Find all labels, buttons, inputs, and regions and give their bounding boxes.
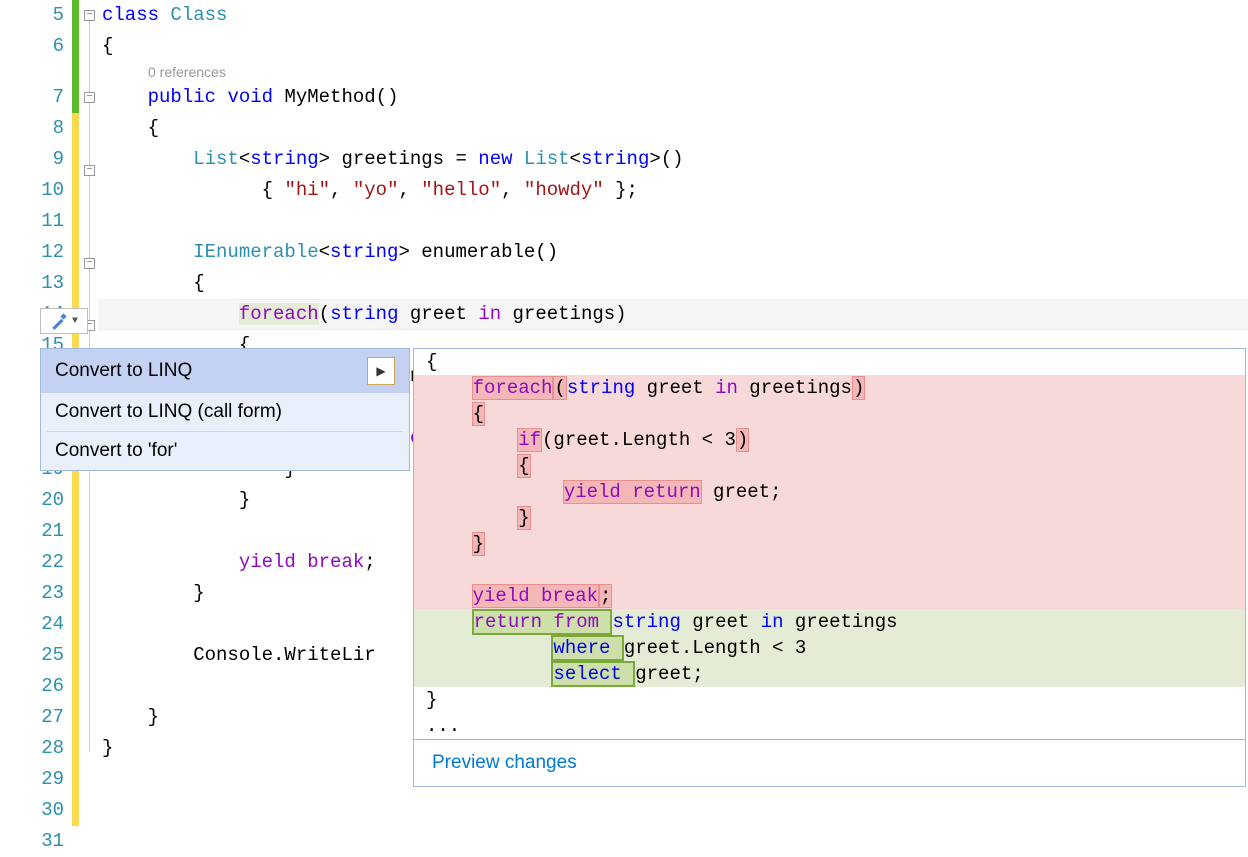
menu-item-label: Convert to LINQ	[55, 360, 192, 382]
line-number: 9	[0, 144, 64, 175]
code-line[interactable]: {	[98, 113, 1248, 144]
preview-line-added: where greet.Length < 3	[414, 635, 1245, 661]
chevron-down-icon: ▼	[72, 316, 78, 327]
preview-line-deleted: {	[414, 453, 1245, 479]
line-number: 30	[0, 795, 64, 826]
preview-line-added: return from string greet in greetings	[414, 609, 1245, 635]
preview-line: ...	[414, 713, 1245, 739]
submenu-arrow-icon: ▶	[367, 357, 395, 385]
code-line[interactable]	[98, 206, 1248, 237]
code-line[interactable]: IEnumerable<string> enumerable()	[98, 237, 1248, 268]
screwdriver-icon	[50, 312, 68, 330]
line-number: 29	[0, 764, 64, 795]
line-number: 5	[0, 0, 64, 31]
code-line[interactable]: {	[98, 268, 1248, 299]
preview-line-deleted: yield break;	[414, 583, 1245, 609]
code-line[interactable]: public void MyMethod()	[98, 82, 1248, 113]
line-number: 7	[0, 82, 64, 113]
preview-line-deleted: }	[414, 531, 1245, 557]
line-number: 24	[0, 609, 64, 640]
quick-actions-menu: Convert to LINQ ▶ Convert to LINQ (call …	[40, 348, 410, 471]
menu-item-label: Convert to LINQ (call form)	[55, 401, 282, 423]
menu-item-convert-to-linq[interactable]: Convert to LINQ ▶	[41, 349, 409, 393]
menu-item-label: Convert to 'for'	[55, 440, 177, 462]
line-number: 11	[0, 206, 64, 237]
preview-line-deleted	[414, 557, 1245, 583]
line-number: 27	[0, 702, 64, 733]
preview-line-deleted: foreach(string greet in greetings)	[414, 375, 1245, 401]
line-number: 23	[0, 578, 64, 609]
outline-collapse-icon[interactable]: −	[84, 258, 95, 269]
outline-collapse-icon[interactable]: −	[84, 92, 95, 103]
code-line-current[interactable]: foreach(string greet in greetings)	[98, 299, 1248, 330]
codelens-references[interactable]: 0 references	[98, 62, 1248, 82]
preview-changes-link[interactable]: Preview changes	[414, 739, 1245, 786]
line-number: 25	[0, 640, 64, 671]
code-line[interactable]: { "hi", "yo", "hello", "howdy" };	[98, 175, 1248, 206]
line-number: 6	[0, 31, 64, 62]
line-number: 26	[0, 671, 64, 702]
line-number: 28	[0, 733, 64, 764]
quick-actions-button[interactable]: ▼	[40, 308, 88, 334]
preview-line: }	[414, 687, 1245, 713]
preview-line-deleted: if(greet.Length < 3)	[414, 427, 1245, 453]
line-number: 31	[0, 826, 64, 857]
preview-line-added: select greet;	[414, 661, 1245, 687]
outline-collapse-icon[interactable]: −	[84, 165, 95, 176]
line-number: 8	[0, 113, 64, 144]
code-line[interactable]: {	[98, 31, 1248, 62]
code-line[interactable]: List<string> greetings = new List<string…	[98, 144, 1248, 175]
line-number: 13	[0, 268, 64, 299]
line-number: 12	[0, 237, 64, 268]
line-number: 20	[0, 485, 64, 516]
change-stripe-saved	[72, 82, 79, 113]
preview-line-deleted: {	[414, 401, 1245, 427]
code-preview-panel: { foreach(string greet in greetings) { i…	[413, 348, 1246, 787]
preview-line-deleted: }	[414, 505, 1245, 531]
line-number: 10	[0, 175, 64, 206]
code-line[interactable]: class Class	[98, 0, 1248, 31]
preview-line: {	[414, 349, 1245, 375]
menu-item-convert-to-for[interactable]: Convert to 'for'	[41, 432, 409, 470]
change-stripe-saved	[72, 31, 79, 62]
menu-item-convert-to-linq-call-form[interactable]: Convert to LINQ (call form)	[41, 393, 409, 431]
change-stripe-saved	[72, 0, 79, 31]
line-number: 22	[0, 547, 64, 578]
preview-line-deleted: yield return greet;	[414, 479, 1245, 505]
change-stripe-saved	[72, 62, 79, 82]
line-number: 21	[0, 516, 64, 547]
outline-collapse-icon[interactable]: −	[84, 10, 95, 21]
